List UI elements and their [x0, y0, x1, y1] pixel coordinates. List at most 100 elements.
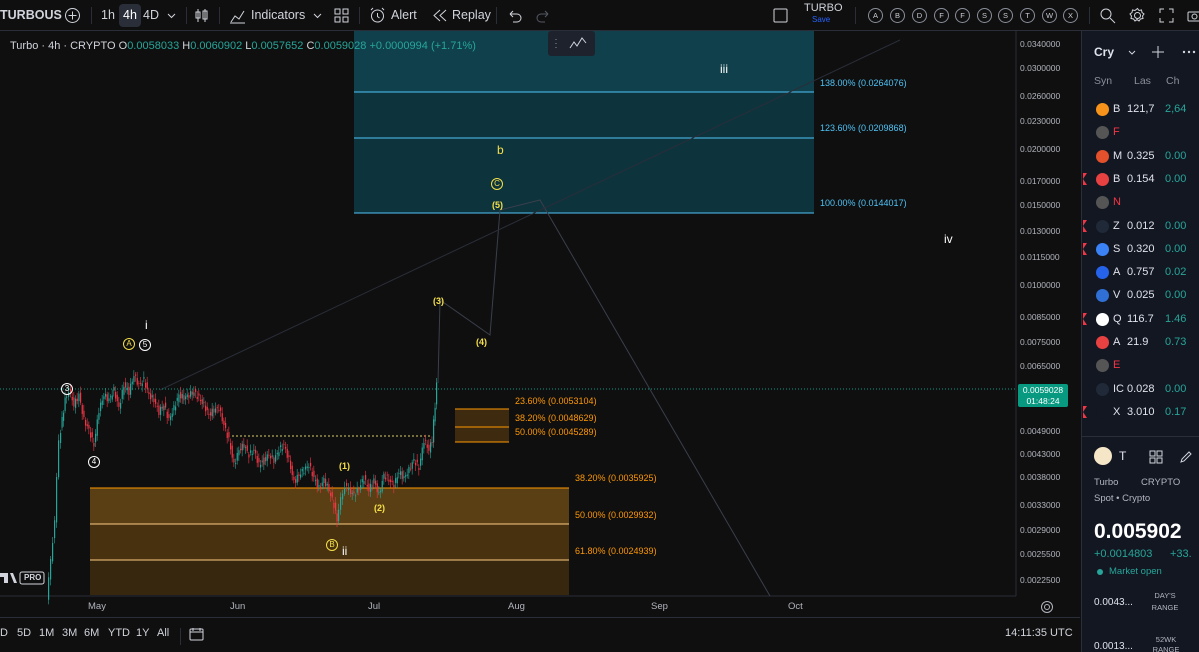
range-1d[interactable]: D	[0, 627, 8, 639]
watchlist-row[interactable]: E	[1082, 354, 1199, 377]
chart-settings-icon[interactable]	[1040, 600, 1054, 614]
col-last[interactable]: Las	[1134, 75, 1151, 87]
interval-4d[interactable]: 4D	[139, 4, 163, 27]
candle-body	[335, 502, 337, 511]
watchlist-row[interactable]: M 0.325 0.00	[1082, 145, 1199, 168]
indicators-button[interactable]: Indicators	[251, 4, 305, 27]
row-change: 0.02	[1165, 266, 1187, 279]
detail-exchange[interactable]: Turbo	[1094, 477, 1118, 488]
watchlist-row[interactable]: B 0.154 0.00	[1082, 168, 1199, 191]
add-symbol-icon[interactable]	[1150, 44, 1166, 60]
candle-body	[344, 487, 346, 494]
chevron-down-icon[interactable]	[1126, 46, 1138, 58]
watchlist-row[interactable]: N	[1082, 191, 1199, 214]
flag-marker-icon[interactable]	[1083, 219, 1087, 232]
zoom-search-icon[interactable]	[1099, 7, 1116, 24]
alert-clock-icon[interactable]	[369, 7, 386, 24]
candle-body	[56, 477, 58, 523]
watchlist-title[interactable]: Cry	[1094, 45, 1114, 59]
flag-marker-icon[interactable]	[1083, 312, 1087, 325]
settings-gear-icon[interactable]	[1129, 7, 1146, 24]
range-1m[interactable]: 1M	[39, 627, 54, 639]
abc-pattern-tool[interactable]	[548, 31, 595, 56]
watchlist-row[interactable]: A 0.757 0.02	[1082, 261, 1199, 284]
flag-marker-icon[interactable]	[1083, 172, 1087, 185]
replay-icon[interactable]	[431, 7, 448, 24]
candle-body	[101, 400, 103, 405]
watchlist-row[interactable]: X 3.010 0.17	[1082, 401, 1199, 424]
watchlist-row[interactable]: A 21.9 0.73	[1082, 331, 1199, 354]
quick-button-w[interactable]: W	[1042, 8, 1057, 23]
compare-add-icon[interactable]	[64, 7, 81, 24]
range-1y[interactable]: 1Y	[136, 627, 149, 639]
edit-icon[interactable]	[1178, 449, 1194, 465]
candle-body	[66, 396, 68, 398]
range-ytd[interactable]: YTD	[108, 627, 130, 639]
fullscreen-icon[interactable]	[1158, 7, 1175, 24]
tradingview-logo[interactable]: PRO	[0, 571, 46, 585]
watchlist-row[interactable]: S 0.320 0.00	[1082, 238, 1199, 261]
clock-time[interactable]: 14:11:35 UTC	[1005, 627, 1073, 639]
symbol-search[interactable]: TURBOUS	[0, 4, 62, 27]
flag-marker-icon[interactable]	[1083, 405, 1087, 418]
layout-grid-icon[interactable]	[333, 7, 350, 24]
interval-4h[interactable]: 4h	[119, 4, 141, 27]
quick-button-x[interactable]: X	[1063, 8, 1078, 23]
quick-button-s1[interactable]: S	[977, 8, 992, 23]
fib-label-mid-382: 38.20% (0.0048629)	[515, 413, 597, 423]
wave-label-iii: iii	[720, 62, 728, 76]
candle-body	[211, 408, 213, 417]
watchlist-row[interactable]: IC 0.028 0.00	[1082, 378, 1199, 401]
row-last: 0.757	[1127, 266, 1155, 279]
quick-button-s2[interactable]: S	[998, 8, 1013, 23]
chevron-down-icon[interactable]	[309, 7, 326, 24]
chart-area[interactable]: Turbo · 4h · CRYPTO O0.0058033 H0.006090…	[0, 31, 1080, 616]
candle-body	[105, 393, 107, 397]
price-axis-label: 0.0100000	[1020, 280, 1061, 290]
alert-button[interactable]: Alert	[391, 4, 417, 27]
flag-marker-icon[interactable]	[1083, 242, 1087, 255]
row-last: 0.320	[1127, 242, 1155, 255]
undo-icon[interactable]	[506, 7, 523, 24]
range-3m[interactable]: 3M	[62, 627, 77, 639]
quick-button-t[interactable]: T	[1020, 8, 1035, 23]
candle-body	[285, 446, 287, 449]
row-symbol: Z	[1113, 219, 1120, 232]
watchlist-row[interactable]: B 121,7 2,64	[1082, 98, 1199, 121]
camera-icon[interactable]	[1186, 7, 1199, 24]
quick-button-f2[interactable]: F	[955, 8, 970, 23]
watchlist-row[interactable]: Z 0.012 0.00	[1082, 215, 1199, 238]
candle-body	[236, 452, 238, 461]
interval-1h[interactable]: 1h	[97, 4, 119, 27]
fib-label-lower-500: 50.00% (0.0029932)	[575, 510, 657, 520]
price-chart-canvas[interactable]	[0, 31, 1080, 616]
candle-body	[346, 483, 348, 486]
chevron-down-icon[interactable]	[163, 7, 180, 24]
candle-body	[431, 442, 433, 443]
more-icon[interactable]	[1181, 44, 1197, 60]
range-all[interactable]: All	[157, 627, 169, 639]
layout-grid-icon[interactable]	[1148, 449, 1164, 465]
watchlist-row[interactable]: F	[1082, 121, 1199, 144]
wave-label-4-paren: (4)	[476, 337, 487, 347]
quick-button-d[interactable]: D	[912, 8, 927, 23]
quick-button-a[interactable]: A	[868, 8, 883, 23]
range-6m[interactable]: 6M	[84, 627, 99, 639]
legend-change: +0.0000994 (+1.71%)	[369, 40, 476, 52]
replay-button[interactable]: Replay	[452, 4, 491, 27]
quick-button-f1[interactable]: F	[934, 8, 949, 23]
watchlist-row[interactable]: Q 116.7 1.46	[1082, 308, 1199, 331]
indicators-icon[interactable]	[229, 7, 246, 24]
candle-body	[375, 480, 377, 485]
goto-date-icon[interactable]	[189, 627, 204, 642]
candles-icon[interactable]	[193, 7, 210, 24]
coin-logo-icon	[1096, 219, 1109, 233]
redo-icon[interactable]	[535, 7, 552, 24]
fullscreen-square-icon[interactable]	[772, 7, 789, 24]
watchlist-row[interactable]: V 0.025 0.00	[1082, 284, 1199, 307]
quick-button-b[interactable]: B	[890, 8, 905, 23]
row-symbol: B	[1113, 103, 1121, 115]
col-change[interactable]: Ch	[1166, 75, 1179, 87]
col-symbol[interactable]: Syn	[1094, 75, 1112, 87]
range-5d[interactable]: 5D	[17, 627, 31, 639]
